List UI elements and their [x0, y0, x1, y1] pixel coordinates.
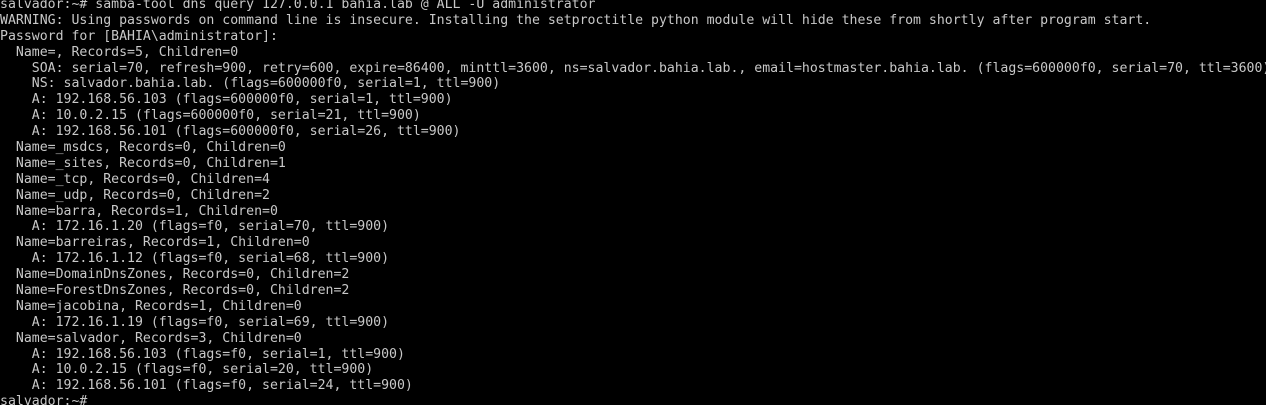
- dns-name-line: Name=barra, Records=1, Children=0: [0, 203, 278, 219]
- dns-name-line: Name=_tcp, Records=0, Children=4: [0, 171, 270, 187]
- dns-record-line: A: 172.16.1.19 (flags=f0, serial=69, ttl…: [0, 314, 390, 330]
- dns-record-line: A: 172.16.1.12 (flags=f0, serial=68, ttl…: [0, 251, 390, 267]
- dns-record-line: A: 192.168.56.101 (flags=600000f0, seria…: [0, 124, 461, 140]
- dns-name-line: Name=_msdcs, Records=0, Children=0: [0, 140, 286, 156]
- dns-record-line: A: 192.168.56.103 (flags=f0, serial=1, t…: [0, 346, 405, 362]
- command-prompt-line: salvador:~# samba-tool dns query 127.0.0…: [0, 0, 596, 12]
- dns-name-line: Name=jacobina, Records=1, Children=0: [0, 298, 302, 314]
- dns-record-line: A: 10.0.2.15 (flags=600000f0, serial=21,…: [0, 108, 421, 124]
- dns-record-line: A: 10.0.2.15 (flags=f0, serial=20, ttl=9…: [0, 362, 374, 378]
- dns-record-line: A: 192.168.56.103 (flags=600000f0, seria…: [0, 92, 453, 108]
- dns-name-line: Name=salvador, Records=3, Children=0: [0, 330, 302, 346]
- dns-name-line: Name=DomainDnsZones, Records=0, Children…: [0, 267, 350, 283]
- dns-name-line: Name=_sites, Records=0, Children=1: [0, 155, 286, 171]
- dns-name-line: Name=, Records=5, Children=0: [0, 44, 239, 60]
- dns-record-line: A: 172.16.1.20 (flags=f0, serial=70, ttl…: [0, 219, 390, 235]
- dns-record-line: SOA: serial=70, refresh=900, retry=600, …: [0, 60, 1266, 76]
- dns-record-line: A: 192.168.56.101 (flags=f0, serial=24, …: [0, 378, 413, 394]
- terminal-window[interactable]: salvador:~# samba-tool dns query 127.0.0…: [0, 0, 1266, 405]
- dns-name-line: Name=_udp, Records=0, Children=2: [0, 187, 270, 203]
- password-prompt-line: Password for [BAHIA\administrator]:: [0, 28, 278, 44]
- warning-line: WARNING: Using passwords on command line…: [0, 12, 1152, 28]
- dns-name-line: Name=ForestDnsZones, Records=0, Children…: [0, 283, 350, 299]
- terminal-output: salvador:~# samba-tool dns query 127.0.0…: [0, 0, 1266, 405]
- dns-record-line: NS: salvador.bahia.lab. (flags=600000f0,…: [0, 76, 501, 92]
- dns-name-line: Name=barreiras, Records=1, Children=0: [0, 235, 310, 251]
- next-command-prompt[interactable]: salvador:~#: [0, 394, 1266, 405]
